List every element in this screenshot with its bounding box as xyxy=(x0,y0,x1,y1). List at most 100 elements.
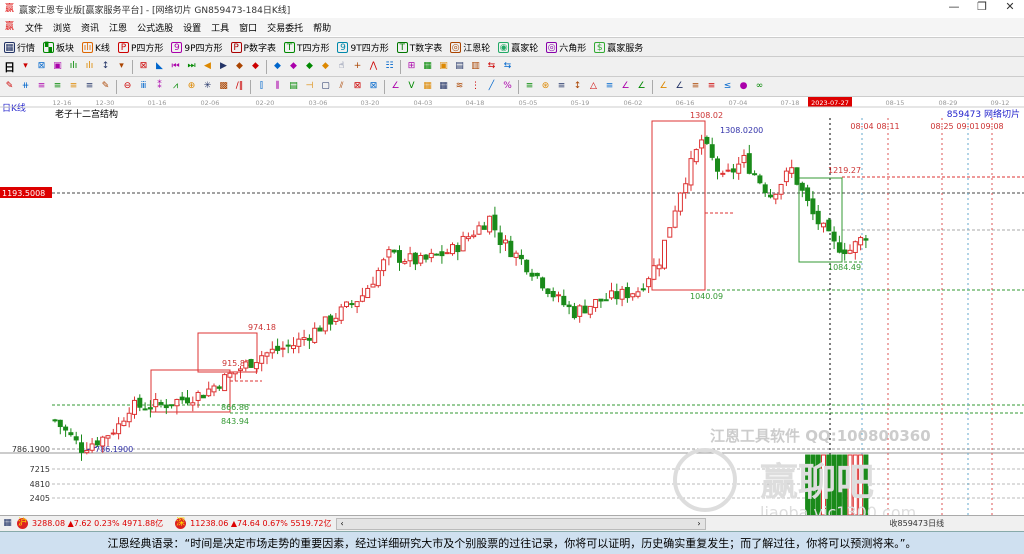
tool-icon[interactable]: /‖ xyxy=(234,81,245,92)
menu-item[interactable]: 设置 xyxy=(183,21,201,34)
tool-icon[interactable]: ↕ xyxy=(100,61,111,72)
tool-icon[interactable]: ∠ xyxy=(658,81,669,92)
tool-icon[interactable]: + xyxy=(352,61,363,72)
tool-icon[interactable]: ☝ xyxy=(336,61,347,72)
tool-icon[interactable]: ≡ xyxy=(706,81,717,92)
tool-icon[interactable]: ⊞ xyxy=(406,61,417,72)
tool-icon[interactable]: ✎ xyxy=(4,81,15,92)
tool-icon[interactable]: ⩘ xyxy=(170,81,181,92)
period-select[interactable]: 日 xyxy=(4,59,15,75)
tool-icon[interactable]: ⏭ xyxy=(186,61,197,72)
tool-icon[interactable]: ⫿ xyxy=(256,81,267,92)
tool-icon[interactable]: ▣ xyxy=(52,61,63,72)
toolbar-button[interactable]: ◎ 六角形 xyxy=(546,41,586,54)
tool-icon[interactable]: ▦ xyxy=(422,61,433,72)
tool-icon[interactable]: V xyxy=(406,81,417,92)
tool-icon[interactable]: ≡ xyxy=(556,81,567,92)
tool-icon[interactable]: ⧺ xyxy=(20,81,31,92)
kline-chart[interactable]: 日K线 老子十二宫结构 859473 网络切片 12-16 12-30 01-16 0… xyxy=(0,97,1024,515)
tool-icon[interactable]: % xyxy=(502,81,513,92)
tool-icon[interactable]: ▦ xyxy=(422,81,433,92)
tool-icon[interactable]: ⇆ xyxy=(502,61,513,72)
menu-item[interactable]: 帮助 xyxy=(313,21,331,34)
toolbar-button[interactable]: $ 赢家服务 xyxy=(594,41,643,54)
menu-item[interactable]: 交易委托 xyxy=(267,21,303,34)
tool-icon[interactable]: ⋀ xyxy=(368,61,379,72)
toolbar-button[interactable]: ▚ 板块 xyxy=(43,41,74,54)
tool-icon[interactable]: ≡ xyxy=(690,81,701,92)
grid-icon[interactable]: ▦ xyxy=(2,518,13,529)
tool-icon[interactable]: ☷ xyxy=(384,61,395,72)
tool-icon[interactable]: ╱ xyxy=(486,81,497,92)
tool-icon[interactable]: ▣ xyxy=(438,61,449,72)
tool-icon[interactable]: ↕ xyxy=(572,81,583,92)
tool-icon[interactable]: ◆ xyxy=(234,61,245,72)
menu-item[interactable]: 工具 xyxy=(211,21,229,34)
tool-icon[interactable]: ⊖ xyxy=(122,81,133,92)
menu-item[interactable]: 窗口 xyxy=(239,21,257,34)
tool-icon[interactable]: ✳ xyxy=(202,81,213,92)
tool-icon[interactable]: ⅲ xyxy=(138,81,149,92)
tool-icon[interactable]: ∠ xyxy=(636,81,647,92)
tool-icon[interactable]: ⫽ xyxy=(336,81,347,92)
tool-icon[interactable]: ▶ xyxy=(218,61,229,72)
tool-icon[interactable]: ▩ xyxy=(218,81,229,92)
tool-icon[interactable]: ◆ xyxy=(288,61,299,72)
toolbar-button[interactable]: P P数字表 xyxy=(230,41,276,54)
tool-icon[interactable]: ▦ xyxy=(438,81,449,92)
tool-icon[interactable]: ⊣ xyxy=(304,81,315,92)
tool-icon[interactable]: ⋮ xyxy=(470,81,481,92)
tool-icon[interactable]: ▥ xyxy=(470,61,481,72)
tool-icon[interactable]: ≤ xyxy=(722,81,733,92)
tool-icon[interactable]: ⊠ xyxy=(36,61,47,72)
tool-icon[interactable]: ◣ xyxy=(154,61,165,72)
tool-icon[interactable]: ≡ xyxy=(68,81,79,92)
close-button[interactable]: ✕ xyxy=(996,0,1024,16)
toolbar-button[interactable]: ◉ 赢家轮 xyxy=(498,41,538,54)
tool-icon[interactable]: ≡ xyxy=(84,81,95,92)
tool-icon[interactable]: ∠ xyxy=(390,81,401,92)
tool-icon[interactable]: ⁑ xyxy=(154,81,165,92)
tool-icon[interactable]: ⊛ xyxy=(540,81,551,92)
tool-icon[interactable]: ▾ xyxy=(116,61,127,72)
restore-button[interactable]: ❐ xyxy=(968,0,996,16)
tool-icon[interactable]: ✎ xyxy=(100,81,111,92)
toolbar-button[interactable]: P P四方形 xyxy=(117,41,163,54)
horizontal-scrollbar[interactable]: ‹ › xyxy=(335,517,706,530)
tool-icon[interactable]: ≡ xyxy=(604,81,615,92)
menu-item[interactable]: 资讯 xyxy=(81,21,99,34)
toolbar-button[interactable]: 9 9P四方形 xyxy=(171,41,223,54)
tool-icon[interactable]: ılı xyxy=(68,61,79,72)
toolbar-button[interactable]: ▦ 行情 xyxy=(4,41,35,54)
tool-icon[interactable]: ◆ xyxy=(320,61,331,72)
tool-icon[interactable]: ⫼ xyxy=(272,81,283,92)
tool-icon[interactable]: ∠ xyxy=(620,81,631,92)
tool-icon[interactable]: ⊕ xyxy=(186,81,197,92)
tool-icon[interactable]: ∞ xyxy=(754,81,765,92)
tool-icon[interactable]: ⇆ xyxy=(486,61,497,72)
tool-icon[interactable]: ▢ xyxy=(320,81,331,92)
tool-icon[interactable]: ılı xyxy=(84,61,95,72)
tool-icon[interactable]: ◆ xyxy=(250,61,261,72)
tool-icon[interactable]: ≡ xyxy=(524,81,535,92)
tool-icon[interactable]: ⏮ xyxy=(170,61,181,72)
tool-icon[interactable]: ▤ xyxy=(454,61,465,72)
tool-icon[interactable]: ≡ xyxy=(52,81,63,92)
menu-item[interactable]: 公式选股 xyxy=(137,21,173,34)
tool-icon[interactable]: ⊠ xyxy=(368,81,379,92)
minimize-button[interactable]: — xyxy=(940,0,968,16)
tool-icon[interactable]: ∠ xyxy=(674,81,685,92)
tool-icon[interactable]: ≡ xyxy=(36,81,47,92)
toolbar-button[interactable]: ◎ 江恩轮 xyxy=(450,41,490,54)
tool-icon[interactable]: ⊠ xyxy=(352,81,363,92)
tool-icon[interactable]: ▾ xyxy=(20,61,31,72)
toolbar-button[interactable]: T T数字表 xyxy=(396,41,442,54)
toolbar-button[interactable]: T T四方形 xyxy=(283,41,329,54)
tool-icon[interactable]: ◆ xyxy=(304,61,315,72)
tool-icon[interactable]: ≋ xyxy=(454,81,465,92)
toolbar-button[interactable]: ılı K线 xyxy=(82,41,110,54)
tool-icon[interactable]: ● xyxy=(738,81,749,92)
menu-item[interactable]: 浏览 xyxy=(53,21,71,34)
menu-item[interactable]: 江恩 xyxy=(109,21,127,34)
tool-icon[interactable]: ▤ xyxy=(288,81,299,92)
